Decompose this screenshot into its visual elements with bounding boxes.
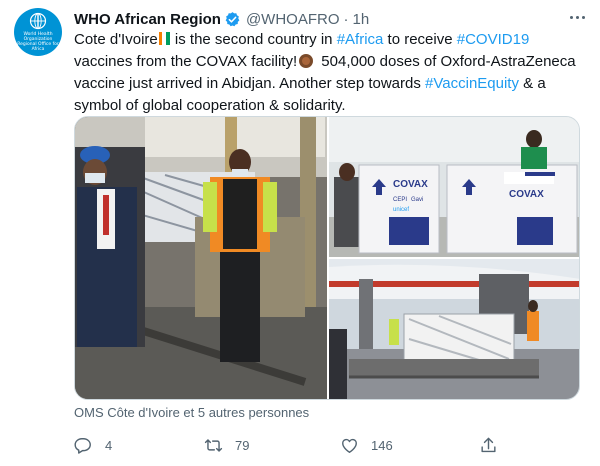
media-grid: COVAX COVAX CEPI Gavi unicef xyxy=(74,116,580,400)
tweet-text-part: Cote d'Ivoire xyxy=(74,31,158,48)
share-icon xyxy=(481,437,496,452)
unicef-label: unicef xyxy=(393,207,409,213)
photo-covax-boxes[interactable]: COVAX COVAX CEPI Gavi unicef xyxy=(329,117,579,257)
action-bar: 4 79 146 xyxy=(74,432,580,458)
hashtag-covid19-link[interactable]: #COVID19 xyxy=(457,31,530,48)
clapping-hands-emoji-icon xyxy=(299,54,314,68)
tweet-text-part: is the second country in xyxy=(170,31,337,48)
share-button[interactable] xyxy=(479,432,498,458)
timestamp[interactable]: 1h xyxy=(353,11,370,28)
tagged-people-caption[interactable]: OMS Côte d'Ivoire et 5 autres personnes xyxy=(74,405,309,420)
retweet-button[interactable]: 79 xyxy=(204,432,249,458)
hashtag-vaccinequity-link[interactable]: #VaccinEquity xyxy=(425,75,519,92)
who-emblem-icon xyxy=(29,12,47,29)
retweet-icon xyxy=(204,438,223,452)
photo-cargo-workers-image xyxy=(75,117,327,399)
photo-cargo-workers[interactable] xyxy=(75,117,327,399)
reply-count: 4 xyxy=(105,437,113,453)
tweet-header: WHO African Region @WHOAFRO · 1h xyxy=(74,9,369,29)
like-icon xyxy=(342,438,357,453)
photo-covax-boxes-image: COVAX COVAX CEPI Gavi unicef xyxy=(329,117,579,257)
retweet-count: 79 xyxy=(235,437,250,453)
separator-dot: · xyxy=(343,10,349,28)
reply-icon xyxy=(74,437,91,454)
photo-plane-unloading[interactable] xyxy=(329,259,579,399)
verified-badge-icon xyxy=(225,11,240,26)
reply-button[interactable]: 4 xyxy=(74,432,112,458)
cote-divoire-flag-icon xyxy=(158,30,170,45)
hashtag-africa-link[interactable]: #Africa xyxy=(337,31,384,48)
tweet-text-part: vaccines from the COVAX facility! xyxy=(74,53,298,70)
like-button[interactable]: 146 xyxy=(340,432,393,458)
author-handle[interactable]: @WHOAFRO xyxy=(246,11,340,28)
like-count: 146 xyxy=(371,437,393,453)
more-options-icon[interactable] xyxy=(566,8,588,26)
tweet-text-part: to receive xyxy=(383,31,457,48)
author-name[interactable]: WHO African Region xyxy=(74,11,221,28)
avatar[interactable]: World Health Organization Regional Offic… xyxy=(14,8,62,56)
photo-plane-unloading-image xyxy=(329,259,579,399)
covax-box-label-2: COVAX xyxy=(509,189,544,200)
tweet-text: Cote d'Ivoire is the second country in #… xyxy=(74,29,590,117)
avatar-org-text: World Health Organization Regional Offic… xyxy=(17,31,59,52)
tweet[interactable]: World Health Organization Regional Offic… xyxy=(0,0,600,466)
covax-box-label: COVAX xyxy=(393,179,428,190)
gavi-label: Gavi xyxy=(411,197,423,203)
cepi-label: CEPI xyxy=(393,197,407,203)
